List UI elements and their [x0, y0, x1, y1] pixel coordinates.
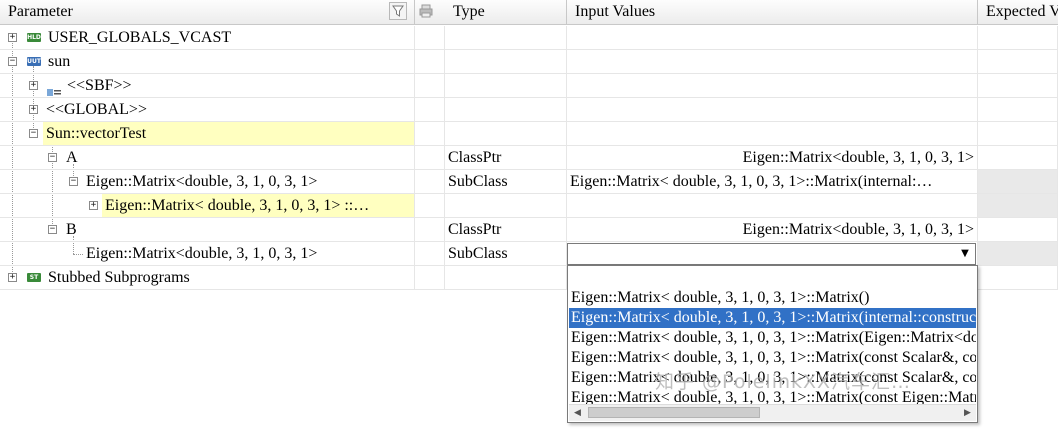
tree-label: USER_GLOBALS_VCAST — [48, 29, 232, 46]
header-parameter[interactable]: Parameter — [0, 0, 415, 24]
tree-label: <<GLOBAL>> — [46, 101, 147, 118]
tree-row-sun[interactable]: − UUT sun — [0, 50, 1058, 74]
header-expected-values[interactable]: Expected Values — [978, 0, 1058, 24]
collapse-icon[interactable]: − — [8, 57, 17, 66]
chevron-down-icon[interactable]: ▼ — [957, 246, 973, 262]
sbf-icon — [47, 81, 61, 96]
horizontal-scrollbar[interactable]: ◀ ▶ — [569, 404, 976, 421]
header-type[interactable]: Type — [445, 0, 567, 24]
expand-icon[interactable]: + — [8, 273, 17, 282]
type-cell: ClassPtr — [445, 218, 567, 241]
expand-icon[interactable]: + — [8, 33, 17, 42]
tree-row-user-globals[interactable]: + HLD USER_GLOBALS_VCAST — [0, 26, 1058, 50]
dropdown-option[interactable]: Eigen::Matrix< double, 3, 1, 0, 3, 1>::M… — [569, 348, 976, 368]
expand-icon[interactable]: + — [89, 201, 98, 210]
scroll-right-icon[interactable]: ▶ — [959, 405, 976, 421]
column-header: Parameter Type Input Values Expected Val… — [0, 0, 1058, 25]
tree-row-sbf[interactable]: + <<SBF>> — [0, 74, 1058, 98]
dropdown-option[interactable]: Eigen::Matrix< double, 3, 1, 0, 3, 1>::M… — [569, 368, 976, 388]
expand-icon[interactable]: + — [29, 81, 38, 90]
dropdown-option[interactable]: Eigen::Matrix< double, 3, 1, 0, 3, 1>::M… — [569, 328, 976, 348]
collapse-icon[interactable]: − — [29, 129, 38, 138]
tree-label: sun — [48, 53, 71, 70]
scroll-left-icon[interactable]: ◀ — [569, 405, 586, 421]
tree-label: Eigen::Matrix<double, 3, 1, 0, 3, 1> — [86, 173, 318, 190]
tree-row-a[interactable]: − A ClassPtr Eigen::Matrix<double, 3, 1,… — [0, 146, 1058, 170]
tree-line — [73, 254, 83, 255]
hold-badge-icon: HLD — [27, 33, 41, 42]
tree-label: A — [66, 149, 78, 166]
tree-row-vector-test[interactable]: − Sun::vectorTest — [0, 122, 1058, 146]
dropdown-option[interactable]: Eigen::Matrix< double, 3, 1, 0, 3, 1>::M… — [569, 288, 976, 308]
type-cell: ClassPtr — [445, 146, 567, 169]
uut-badge-icon: UUT — [27, 57, 41, 66]
constructor-dropdown-list[interactable]: Eigen::Matrix< double, 3, 1, 0, 3, 1>::M… — [567, 265, 978, 423]
input-value-cell[interactable]: Eigen::Matrix< double, 3, 1, 0, 3, 1>::M… — [567, 170, 978, 193]
type-cell: SubClass — [445, 242, 567, 265]
tree-row-a-ctor[interactable]: + Eigen::Matrix< double, 3, 1, 0, 3, 1> … — [0, 194, 1058, 218]
stub-badge-icon: ST — [27, 273, 41, 282]
scrollbar-thumb[interactable] — [588, 407, 760, 418]
constructor-combobox[interactable]: ▼ — [567, 243, 976, 265]
type-cell: SubClass — [445, 170, 567, 193]
collapse-icon[interactable]: − — [48, 153, 57, 162]
tree-label: Eigen::Matrix<double, 3, 1, 0, 3, 1> — [86, 245, 318, 262]
collapse-icon[interactable]: − — [48, 225, 57, 234]
expand-icon[interactable]: + — [29, 105, 38, 114]
tree-row-b[interactable]: − B ClassPtr Eigen::Matrix<double, 3, 1,… — [0, 218, 1058, 242]
printer-icon[interactable] — [417, 2, 435, 20]
tree-label: Stubbed Subprograms — [48, 269, 190, 286]
tree-label: Eigen::Matrix< double, 3, 1, 0, 3, 1> ::… — [105, 197, 370, 214]
dropdown-option-selected[interactable]: Eigen::Matrix< double, 3, 1, 0, 3, 1>::M… — [569, 308, 976, 328]
collapse-icon[interactable]: − — [69, 177, 78, 186]
tree-label: B — [66, 221, 77, 238]
filter-icon[interactable] — [389, 2, 407, 20]
tree-row-a-matrix[interactable]: − Eigen::Matrix<double, 3, 1, 0, 3, 1> S… — [0, 170, 1058, 194]
input-value-cell[interactable]: Eigen::Matrix<double, 3, 1, 0, 3, 1> — [567, 218, 978, 241]
tree-row-global[interactable]: + <<GLOBAL>> — [0, 98, 1058, 122]
tree-label: <<SBF>> — [67, 77, 132, 94]
header-input-values[interactable]: Input Values — [567, 0, 978, 24]
tree-label: Sun::vectorTest — [46, 125, 147, 142]
input-value-cell[interactable]: Eigen::Matrix<double, 3, 1, 0, 3, 1> — [567, 146, 978, 169]
